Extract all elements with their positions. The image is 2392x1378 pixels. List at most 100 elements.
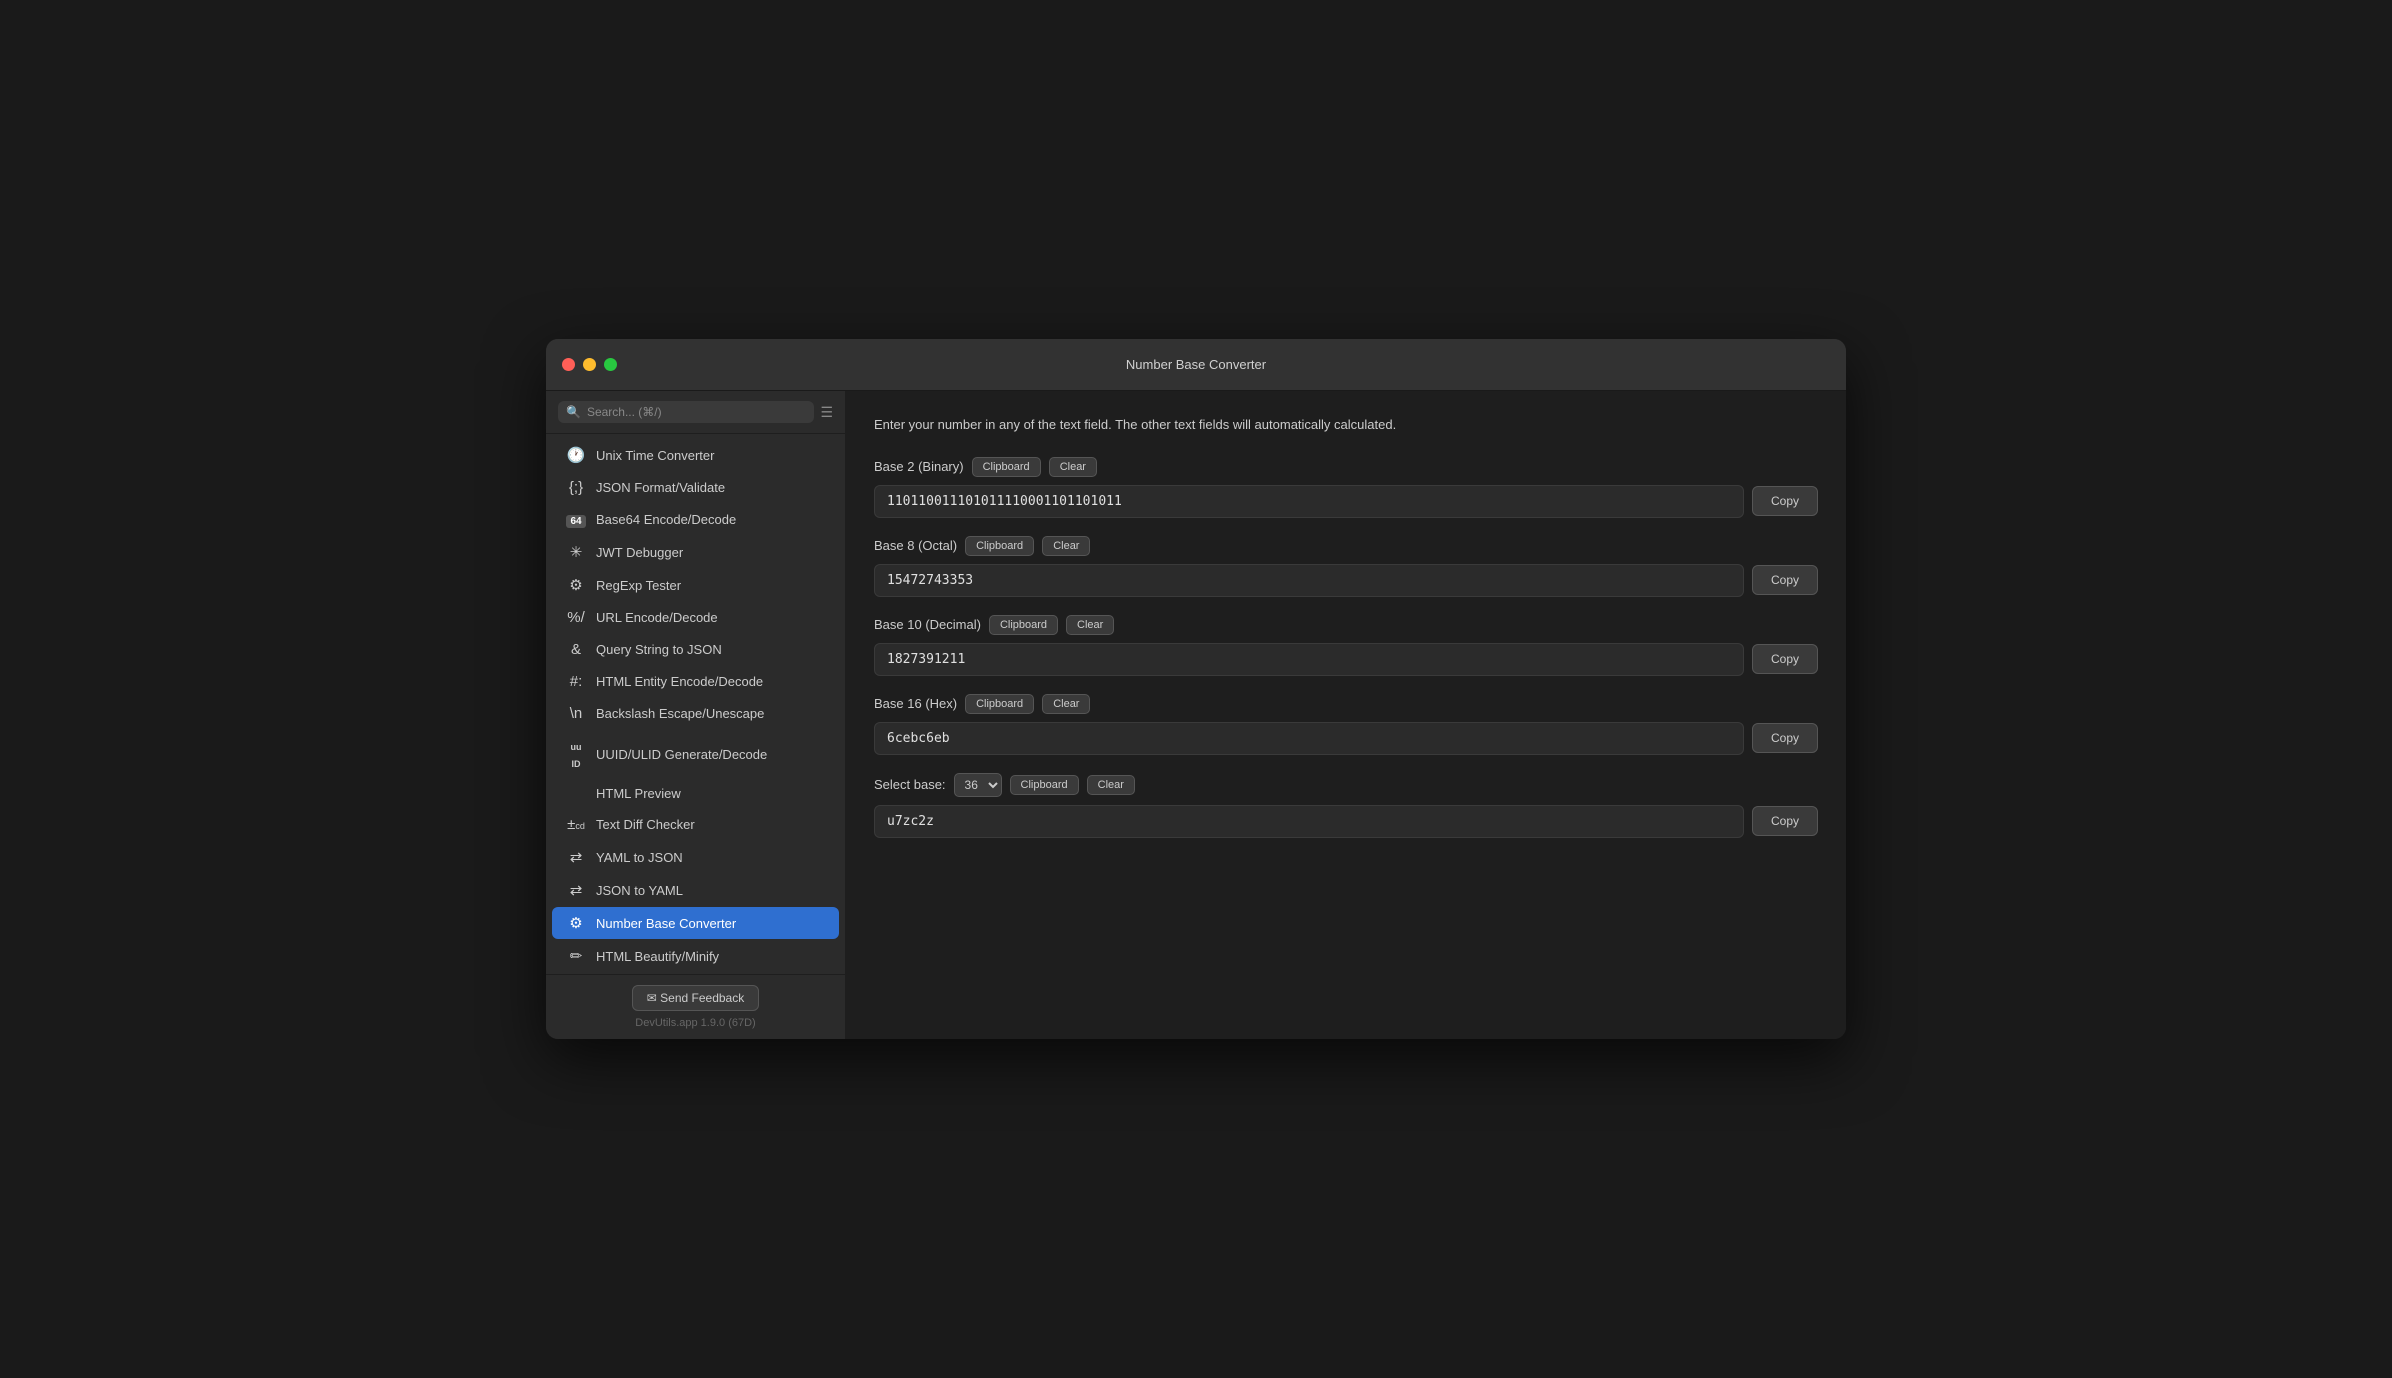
close-button[interactable] [562, 358, 575, 371]
titlebar: Number Base Converter [546, 339, 1846, 391]
search-bar: 🔍 ☰ [546, 391, 845, 434]
app-window: Number Base Converter 🔍 ☰ 🕐 Unix Time Con… [546, 339, 1846, 1039]
base-select[interactable]: 2345678910111213141516171819202122232425… [954, 773, 1002, 797]
sidebar-item-number-base[interactable]: ⚙ Number Base Converter [552, 907, 839, 939]
sidebar-label-base64: Base64 Encode/Decode [596, 512, 736, 527]
version-text: DevUtils.app 1.9.0 (67D) [635, 1017, 755, 1029]
sidebar-label-json-format: JSON Format/Validate [596, 480, 725, 495]
custom-input-row: Copy [874, 805, 1818, 838]
sidebar-label-json-yaml: JSON to YAML [596, 883, 683, 898]
base8-input-row: Copy [874, 564, 1818, 597]
base8-label: Base 8 (Octal) [874, 538, 957, 553]
search-input-wrap[interactable]: 🔍 [558, 401, 814, 423]
sidebar-label-html-preview: HTML Preview [596, 786, 681, 801]
sidebar-label-text-diff: Text Diff Checker [596, 817, 695, 832]
base16-clipboard-button[interactable]: Clipboard [965, 694, 1034, 714]
sidebar-label-html-beautify: HTML Beautify/Minify [596, 949, 719, 964]
sidebar-item-yaml-json[interactable]: ⇄ YAML to JSON [552, 841, 839, 873]
base16-clear-button[interactable]: Clear [1042, 694, 1090, 714]
main-panel: Enter your number in any of the text fie… [846, 391, 1846, 1039]
base2-copy-button[interactable]: Copy [1752, 486, 1818, 516]
custom-clear-button[interactable]: Clear [1087, 775, 1135, 795]
base2-clipboard-button[interactable]: Clipboard [972, 457, 1041, 477]
sidebar-label-yaml-json: YAML to JSON [596, 850, 683, 865]
base8-clipboard-button[interactable]: Clipboard [965, 536, 1034, 556]
sidebar-icon-json-yaml: ⇄ [566, 881, 586, 899]
sidebar-label-uuid: UUID/ULID Generate/Decode [596, 747, 767, 762]
sidebar-icon-html-beautify: ✏ [566, 947, 586, 965]
sidebar-item-regexp[interactable]: ⚙ RegExp Tester [552, 569, 839, 601]
select-base-label: Select base: [874, 777, 946, 792]
maximize-button[interactable] [604, 358, 617, 371]
base2-label: Base 2 (Binary) [874, 459, 964, 474]
sidebar-icon-html-entity: #: [566, 673, 586, 690]
sidebar-icon-base64: 64 [566, 511, 586, 528]
sidebar-icon-json-format: {;} [566, 479, 586, 496]
sidebar-label-number-base: Number Base Converter [596, 916, 736, 931]
base16-section: Base 16 (Hex) Clipboard Clear Copy [874, 694, 1818, 755]
sidebar-item-base64[interactable]: 64 Base64 Encode/Decode [552, 504, 839, 535]
sidebar-item-json-yaml[interactable]: ⇄ JSON to YAML [552, 874, 839, 906]
base8-section: Base 8 (Octal) Clipboard Clear Copy [874, 536, 1818, 597]
traffic-lights [562, 358, 617, 371]
sidebar-item-unix-time[interactable]: 🕐 Unix Time Converter [552, 439, 839, 471]
base10-clipboard-button[interactable]: Clipboard [989, 615, 1058, 635]
sidebar-item-json-format[interactable]: {;} JSON Format/Validate [552, 472, 839, 503]
base2-header: Base 2 (Binary) Clipboard Clear [874, 457, 1818, 477]
custom-base-input[interactable] [874, 805, 1744, 838]
sidebar-item-jwt[interactable]: ✳ JWT Debugger [552, 536, 839, 568]
sidebar-item-url-encode[interactable]: %/ URL Encode/Decode [552, 602, 839, 633]
base16-input-row: Copy [874, 722, 1818, 755]
sidebar-list: 🕐 Unix Time Converter {;} JSON Format/Valid… [546, 434, 845, 974]
sidebar-item-backslash[interactable]: \nBackslash Escape/Unescape [552, 698, 839, 729]
custom-base-header: Select base: 234567891011121314151617181… [874, 773, 1818, 797]
feedback-button[interactable]: ✉ Send Feedback [632, 985, 759, 1011]
custom-copy-button[interactable]: Copy [1752, 806, 1818, 836]
sidebar-icon-jwt: ✳ [566, 543, 586, 561]
base8-input[interactable] [874, 564, 1744, 597]
base16-copy-button[interactable]: Copy [1752, 723, 1818, 753]
sidebar-item-html-beautify[interactable]: ✏ HTML Beautify/Minify [552, 940, 839, 972]
sidebar-icon-url-encode: %/ [566, 609, 586, 626]
sidebar-label-html-entity: HTML Entity Encode/Decode [596, 674, 763, 689]
base10-clear-button[interactable]: Clear [1066, 615, 1114, 635]
base2-input-row: Copy [874, 485, 1818, 518]
base10-input[interactable] [874, 643, 1744, 676]
base10-input-row: Copy [874, 643, 1818, 676]
base10-header: Base 10 (Decimal) Clipboard Clear [874, 615, 1818, 635]
base10-label: Base 10 (Decimal) [874, 617, 981, 632]
filter-icon[interactable]: ☰ [820, 404, 833, 421]
sidebar-icon-yaml-json: ⇄ [566, 848, 586, 866]
sidebar-label-query-string: Query String to JSON [596, 642, 722, 657]
sidebar-label-backslash: Backslash Escape/Unescape [596, 706, 764, 721]
description: Enter your number in any of the text fie… [874, 415, 1818, 435]
sidebar-label-regexp: RegExp Tester [596, 578, 681, 593]
base16-label: Base 16 (Hex) [874, 696, 957, 711]
base16-input[interactable] [874, 722, 1744, 755]
sidebar: 🔍 ☰ 🕐 Unix Time Converter {;} JSON Format/V… [546, 391, 846, 1039]
base2-input[interactable] [874, 485, 1744, 518]
sidebar-item-html-entity[interactable]: #: HTML Entity Encode/Decode [552, 666, 839, 697]
base8-copy-button[interactable]: Copy [1752, 565, 1818, 595]
custom-clipboard-button[interactable]: Clipboard [1010, 775, 1079, 795]
sidebar-label-unix-time: Unix Time Converter [596, 448, 714, 463]
base10-copy-button[interactable]: Copy [1752, 644, 1818, 674]
sidebar-icon-unix-time: 🕐 [566, 446, 586, 464]
sidebar-item-text-diff[interactable]: ±cdText Diff Checker [552, 809, 839, 840]
base2-clear-button[interactable]: Clear [1049, 457, 1097, 477]
base8-clear-button[interactable]: Clear [1042, 536, 1090, 556]
sidebar-icon-regexp: ⚙ [566, 576, 586, 594]
base8-header: Base 8 (Octal) Clipboard Clear [874, 536, 1818, 556]
sidebar-footer: ✉ Send Feedback DevUtils.app 1.9.0 (67D) [546, 974, 845, 1039]
search-input[interactable] [587, 405, 806, 419]
sidebar-label-url-encode: URL Encode/Decode [596, 610, 718, 625]
sidebar-item-uuid[interactable]: uuIDUUID/ULID Generate/Decode [552, 730, 839, 778]
sidebar-label-jwt: JWT Debugger [596, 545, 683, 560]
window-title: Number Base Converter [1126, 357, 1266, 372]
minimize-button[interactable] [583, 358, 596, 371]
search-icon: 🔍 [566, 405, 581, 419]
base16-header: Base 16 (Hex) Clipboard Clear [874, 694, 1818, 714]
sidebar-item-html-preview[interactable]: HTML Preview [552, 779, 839, 808]
sidebar-icon-number-base: ⚙ [566, 914, 586, 932]
sidebar-item-query-string[interactable]: &Query String to JSON [552, 634, 839, 665]
